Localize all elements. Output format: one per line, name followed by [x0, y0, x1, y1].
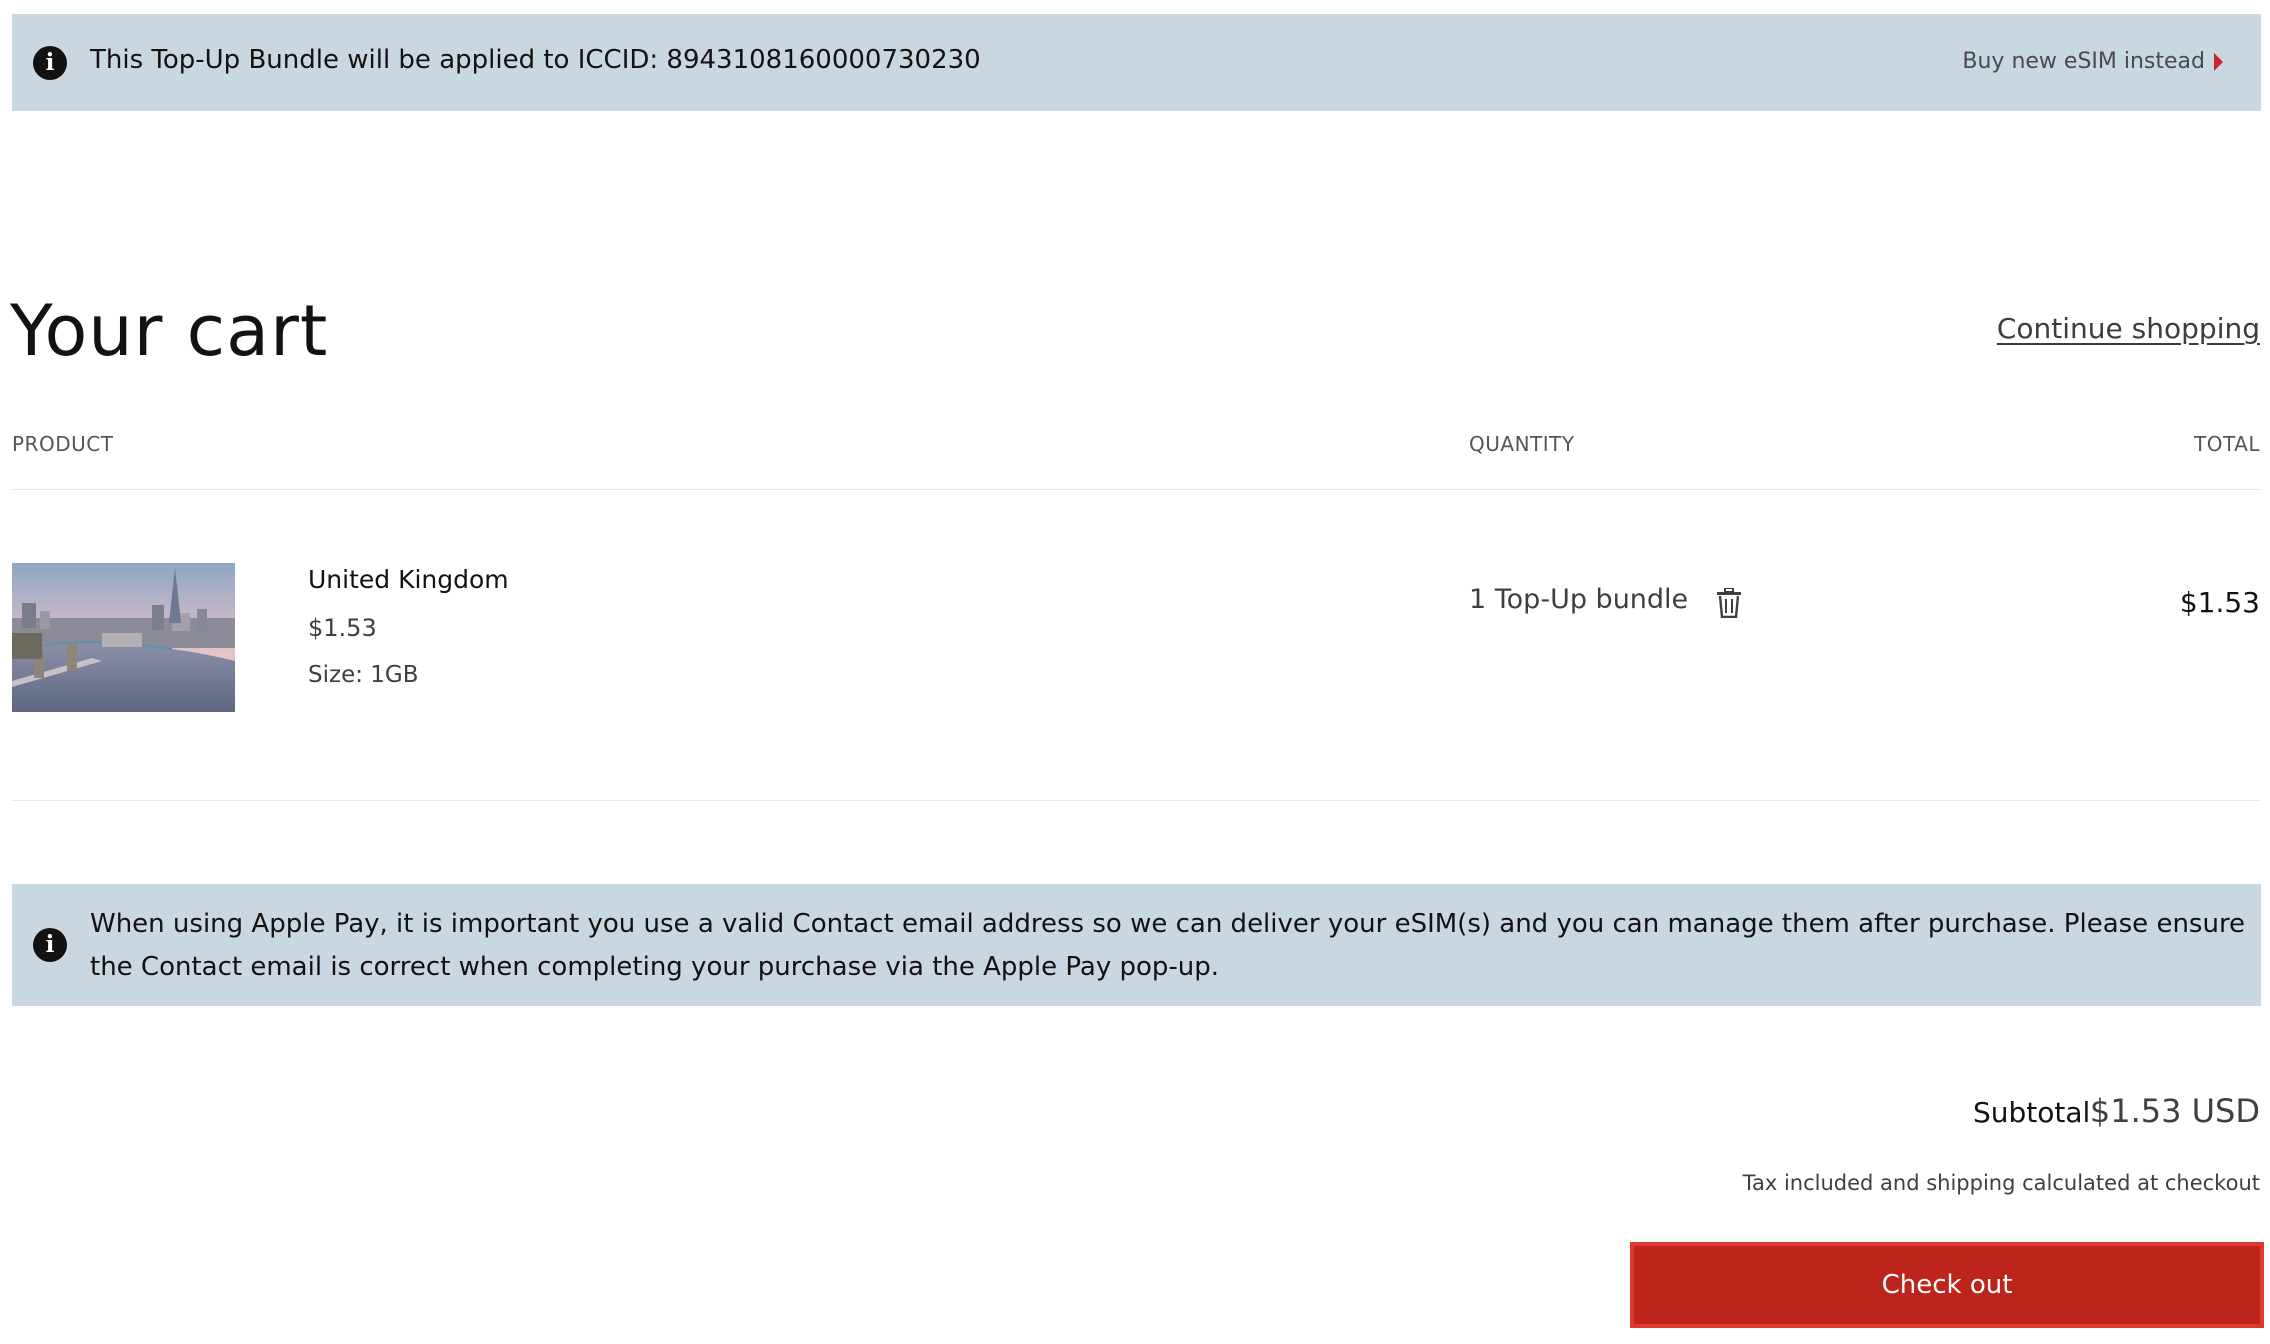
- subtotal-label: Subtotal: [1973, 1096, 2091, 1129]
- buy-new-esim-link[interactable]: Buy new eSIM instead: [1962, 49, 2205, 74]
- apple-pay-message: When using Apple Pay, it is important yo…: [90, 909, 2246, 982]
- column-header-total: TOTAL: [2194, 432, 2260, 456]
- info-icon: i: [33, 46, 67, 80]
- chevron-right-icon[interactable]: [2214, 53, 2223, 71]
- apple-pay-notice: i When using Apple Pay, it is important …: [12, 884, 2261, 1006]
- tax-note: Tax included and shipping calculated at …: [1742, 1171, 2260, 1195]
- topup-message: This Top-Up Bundle will be applied to IC…: [90, 45, 981, 75]
- topup-banner: i This Top-Up Bundle will be applied to …: [12, 14, 2261, 111]
- product-price: $1.53: [308, 614, 377, 642]
- divider: [12, 489, 2261, 490]
- quantity-label: 1 Top-Up bundle: [1469, 584, 1689, 615]
- checkout-button[interactable]: Check out: [1630, 1242, 2264, 1328]
- page-title: Your cart: [10, 290, 329, 372]
- divider: [12, 800, 2261, 801]
- trash-icon[interactable]: [1716, 587, 1742, 619]
- subtotal-value: $1.53 USD: [2089, 1092, 2260, 1130]
- column-header-quantity: QUANTITY: [1469, 432, 1575, 456]
- product-image[interactable]: [12, 563, 235, 712]
- continue-shopping-link[interactable]: Continue shopping: [1997, 312, 2260, 345]
- line-total: $1.53: [2179, 586, 2260, 619]
- product-size: Size: 1GB: [308, 662, 419, 688]
- product-name[interactable]: United Kingdom: [308, 565, 509, 594]
- column-header-product: PRODUCT: [12, 432, 114, 456]
- info-icon: i: [33, 928, 67, 962]
